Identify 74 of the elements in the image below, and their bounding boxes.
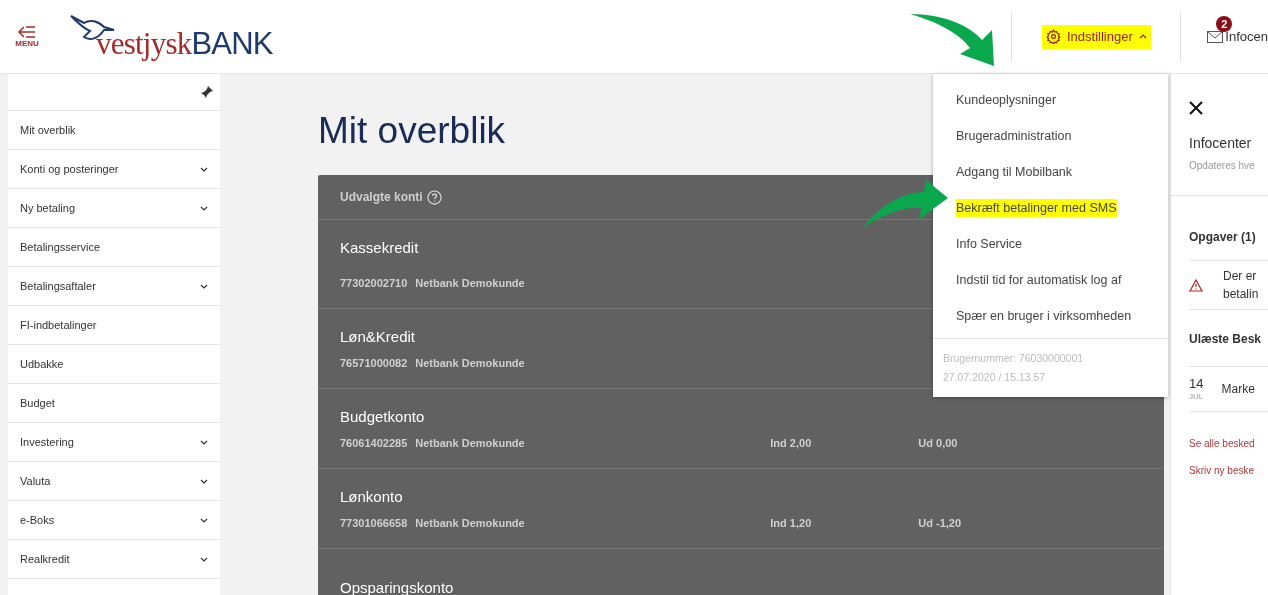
sidebar-item[interactable]: Valuta [8,462,220,501]
logo-text: vestjyskBANK [96,27,273,59]
task-text: Der er [1223,268,1258,285]
chevron-down-icon [200,517,208,523]
warning-icon [1189,278,1203,292]
account-owner: Netbank Demokunde [415,355,526,371]
menu-item[interactable]: Spær en bruger i virksomheden [956,306,1132,326]
task-text: betalin [1223,286,1259,303]
sidebar-item[interactable]: Ny betaling [8,189,220,228]
notification-badge: 2 [1216,15,1233,32]
account-owner: Netbank Demokunde [415,515,526,531]
chevron-down-icon [200,439,208,445]
account-owner: Netbank Demokunde [415,276,526,291]
pin-icon[interactable] [200,85,214,99]
account-name: Budgetkonto [340,407,425,427]
panel-link[interactable]: Skriv ny beske [1189,463,1268,478]
chevron-down-icon [200,556,208,562]
chevron-down-icon [200,166,208,172]
account-name: Løn&Kredit [340,327,416,347]
panel-subtitle: Opdateres hve [1189,159,1256,173]
chevron-down-icon [200,283,208,289]
account-number: 77302002710 [340,276,408,291]
account-name: Lønkonto [340,487,403,507]
sidebar-item[interactable]: Budget [8,384,220,423]
withdrawal-amount: Ud -1,20 [918,515,962,531]
sidebar-item[interactable]: Konti og posteringer [8,150,220,189]
page-title: Mit overblik [318,112,506,149]
user-number: Brugernummer: 76030000001 [943,351,1085,366]
panel-title: Infocenter [1189,134,1253,153]
message-subject: Marke [1221,381,1255,398]
menu-item[interactable]: Indstil tid for automatisk log af [956,270,1122,290]
menu-item[interactable]: Brugeradministration [956,126,1072,146]
account-number: 76571000082 [340,355,408,371]
envelope-icon [1207,30,1224,43]
account-row[interactable]: Lønkonto 77301066658 Netbank Demokunde Ind 1,20 Ud -1,20 [318,469,1164,549]
messages-heading: Ulæste Besk [1189,331,1263,348]
sidebar-item[interactable]: Mit overblik [8,111,220,150]
deposit-amount: Ind 1,20 [770,515,813,531]
menu-item[interactable]: Bekræft betalinger med SMS [956,198,1117,218]
task-item[interactable]: Der er betalin [1189,261,1268,310]
withdrawal-amount: Ud 0,00 [918,435,958,451]
chevron-down-icon [200,205,208,211]
sidebar-item[interactable]: Udbakke [8,345,220,384]
settings-button[interactable]: Indstillinger [1041,24,1151,49]
message-day: 14 [1189,377,1204,390]
account-name: Kassekredit [340,237,419,258]
sidebar-item[interactable]: e-Boks [8,501,220,540]
tasks-heading: Opgaver (1) [1189,229,1257,246]
account-number: 76061402285 [340,435,408,451]
menu-item[interactable]: Info Service [956,234,1022,254]
menu-item[interactable]: Kundeoplysninger [956,90,1057,110]
help-icon[interactable] [426,189,442,205]
panel-link[interactable]: Se alle besked [1189,436,1268,451]
menu-button[interactable]: MENU [12,25,42,48]
sidebar-item[interactable]: Realkredit [8,540,220,579]
message-item[interactable]: 14 JUL Marke [1189,367,1268,412]
settings-icon [1045,29,1061,44]
menu-item[interactable]: Adgang til Mobilbank [956,162,1073,182]
caret-up-icon [1138,34,1147,39]
back-arrow-icon [18,25,36,38]
close-icon[interactable] [1189,101,1203,115]
sidebar-item[interactable]: Investering [8,423,220,462]
menu-label: MENU [15,39,39,48]
chevron-down-icon [200,478,208,484]
card-title: Udvalgte konti [340,189,423,206]
account-number: 77301066658 [340,515,408,531]
sidebar-item[interactable]: FI-indbetalinger [8,306,220,345]
sidebar-item[interactable]: Betalingsservice [8,228,220,267]
deposit-amount: Ind 2,00 [770,435,813,451]
login-timestamp: 27.07.2020 / 15.13.57 [943,370,1047,385]
account-owner: Netbank Demokunde [415,435,526,451]
message-month: JUL [1189,393,1204,401]
sidebar-item[interactable]: Betalingsaftaler [8,267,220,306]
bank-logo[interactable]: vestjyskBANK [70,14,273,59]
